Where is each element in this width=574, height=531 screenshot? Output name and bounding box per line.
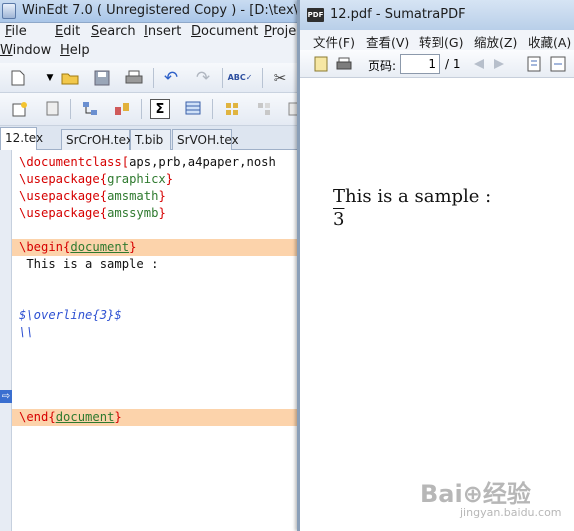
menu-file[interactable]: File: [5, 24, 27, 39]
editor-gutter[interactable]: [0, 150, 12, 531]
tab-12-tex[interactable]: 12.tex: [0, 127, 43, 151]
code-line-documentclass[interactable]: \documentclass[aps,prb,a4paper,nosh: [12, 154, 300, 171]
winedt-title-bar[interactable]: WinEdt 7.0 ( Unregistered Copy ) - [D:\t…: [0, 0, 300, 23]
code-line-body-text[interactable]: This is a sample :: [12, 256, 300, 273]
menu-document[interactable]: Document: [191, 24, 258, 39]
pdf-file-icon: PDF: [307, 8, 324, 22]
next-page-icon[interactable]: [490, 54, 510, 74]
winedt-title-text: WinEdt 7.0 ( Unregistered Copy ) - [D:\t…: [22, 3, 300, 18]
menu-zoom-cn[interactable]: 缩放(Z): [474, 32, 517, 51]
toolbar-divider: [153, 68, 154, 88]
open-folder-icon[interactable]: [60, 68, 80, 88]
copy-document-icon[interactable]: [42, 99, 62, 119]
tab-srcroh-tex[interactable]: SrCrOH.tex: [61, 129, 133, 150]
menu-favorites-cn[interactable]: 收藏(A): [528, 32, 571, 51]
fit-page-icon[interactable]: [524, 54, 544, 74]
macro-icon[interactable]: [222, 99, 242, 119]
code-line-usepackage-graphicx[interactable]: \usepackage{graphicx}: [12, 171, 300, 188]
code-line-begin-document[interactable]: \begin{document}: [12, 239, 300, 256]
toolbar-divider: [141, 99, 142, 119]
code-line-math-overline[interactable]: $\overline{3}$: [12, 307, 300, 324]
insert-table-icon[interactable]: [183, 99, 203, 119]
tab-t-bib[interactable]: T.bib: [130, 129, 171, 150]
winedt-tab-bar: 12.tex SrCrOH.tex T.bib SrVOH.tex: [0, 126, 300, 151]
current-line-marker-icon: ⇨: [0, 390, 12, 403]
baidu-watermark: Bai⊕经验 jingyan.baidu.com: [410, 470, 570, 525]
sumatra-toolbar: 页码: 1 / 1: [300, 50, 574, 78]
toolbar-divider: [212, 99, 213, 119]
pdf-text-line: This is a sample :: [333, 186, 492, 207]
new-file-icon[interactable]: [8, 68, 28, 88]
save-icon[interactable]: [92, 68, 112, 88]
print-icon[interactable]: [124, 68, 144, 88]
menu-project[interactable]: Proje: [264, 24, 296, 39]
gather-icon[interactable]: [112, 99, 132, 119]
menu-goto-cn[interactable]: 转到(G): [419, 32, 463, 51]
menu-search[interactable]: Search: [91, 24, 136, 39]
open-document-icon[interactable]: [311, 54, 331, 74]
sumatra-title-bar[interactable]: PDF 12.pdf - SumatraPDF: [300, 0, 574, 30]
menu-window[interactable]: Window: [0, 43, 51, 58]
math-sigma-icon[interactable]: Σ: [150, 99, 170, 119]
pdf-overline-three: 3: [333, 209, 345, 230]
menu-help[interactable]: Help: [60, 43, 90, 58]
winedt-window: WinEdt 7.0 ( Unregistered Copy ) - [D:\t…: [0, 0, 300, 531]
winedt-toolbar-main: ▼ ↶ ↷ ABC✓ ✂: [0, 63, 300, 93]
undo-icon[interactable]: ↶: [161, 68, 181, 88]
tab-srvoh-tex[interactable]: SrVOH.tex: [172, 129, 239, 150]
sumatra-title-text: 12.pdf - SumatraPDF: [330, 7, 466, 22]
sumatrapdf-window: PDF 12.pdf - SumatraPDF 文件(F) 查看(V) 转到(G…: [297, 0, 574, 531]
page-total: / 1: [445, 57, 461, 71]
new-from-template-icon[interactable]: [10, 99, 30, 119]
tree-icon[interactable]: [80, 99, 100, 119]
watermark-url: jingyan.baidu.com: [460, 506, 562, 519]
code-line-usepackage-amssymb[interactable]: \usepackage{amssymb}: [12, 205, 300, 222]
menu-file-cn[interactable]: 文件(F): [313, 32, 355, 51]
cut-icon[interactable]: ✂: [270, 68, 290, 88]
winedt-app-icon: [2, 3, 16, 19]
code-line-end-document[interactable]: \end{document}: [12, 409, 300, 426]
fit-width-icon[interactable]: [548, 54, 568, 74]
page-label: 页码:: [368, 59, 397, 73]
redo-icon[interactable]: ↷: [193, 68, 213, 88]
dropdown-arrow-icon[interactable]: ▼: [40, 68, 60, 88]
page-number-input[interactable]: 1: [400, 54, 440, 74]
previous-page-icon[interactable]: [468, 54, 488, 74]
menu-edit[interactable]: Edit: [55, 24, 80, 39]
toolbar-divider: [262, 68, 263, 88]
sumatra-menu-bar: 文件(F) 查看(V) 转到(G) 缩放(Z) 收藏(A): [300, 30, 574, 50]
toolbar-divider: [70, 99, 71, 119]
print-icon[interactable]: [334, 54, 354, 74]
menu-view-cn[interactable]: 查看(V): [366, 32, 409, 51]
toolbar-divider: [222, 68, 223, 88]
code-line-linebreak[interactable]: \\: [12, 324, 300, 341]
winedt-menu-bar: File Edit Search Insert Document Proje W…: [0, 23, 300, 63]
menu-insert[interactable]: Insert: [144, 24, 181, 39]
macro-gray-icon[interactable]: [254, 99, 274, 119]
pdf-document-view[interactable]: This is a sample : 3: [300, 78, 574, 531]
winedt-toolbar-tex: Σ: [0, 93, 300, 126]
spellcheck-icon[interactable]: ABC✓: [228, 68, 253, 88]
tex-editor[interactable]: \documentclass[aps,prb,a4paper,nosh \use…: [12, 150, 300, 531]
watermark-logo-text: Bai⊕经验: [420, 480, 531, 508]
code-line-usepackage-amsmath[interactable]: \usepackage{amsmath}: [12, 188, 300, 205]
